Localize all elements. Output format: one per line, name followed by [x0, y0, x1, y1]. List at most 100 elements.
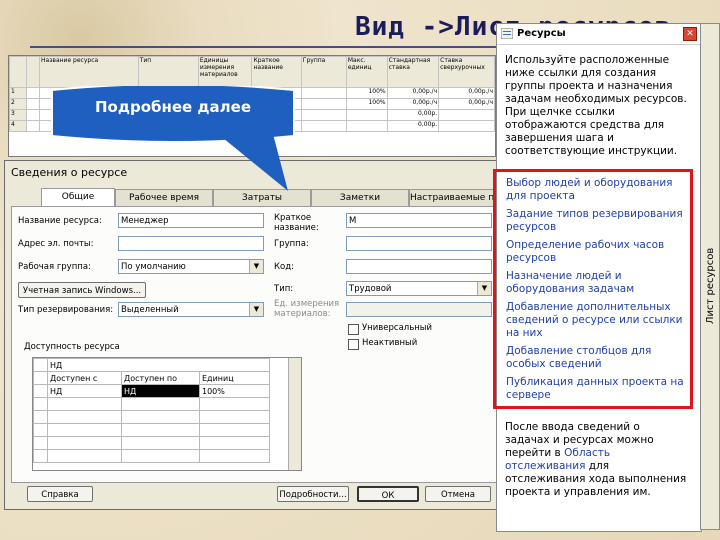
booking-type-label: Тип резервирования:: [18, 305, 114, 315]
std-rate-cell[interactable]: 0,00р./ч: [386, 87, 440, 99]
inactive-label: Неактивный: [362, 338, 418, 348]
row-number[interactable]: 2: [9, 98, 28, 110]
pane-header: Ресурсы ✕: [497, 24, 701, 45]
generic-checkbox[interactable]: [348, 324, 359, 335]
initials-label: Краткое название:: [274, 213, 319, 233]
callout-bubble: Подробнее далее: [48, 86, 298, 191]
link-working-hours[interactable]: Определение рабочих часов ресурсов: [506, 239, 688, 265]
link-select-people[interactable]: Выбор людей и оборудования для проекта: [506, 177, 688, 203]
group-input[interactable]: [346, 236, 492, 251]
material-label: Ед. измерения материалов:: [274, 299, 340, 319]
chevron-down-icon[interactable]: ▼: [249, 303, 263, 316]
row-number[interactable]: 1: [9, 87, 28, 99]
availability-grid: НД Доступен с Доступен по Единиц НД НД 1…: [33, 358, 270, 463]
title-rule: [30, 46, 500, 48]
sheet-header-cell: [9, 56, 28, 88]
table-row[interactable]: [33, 410, 270, 424]
sheet-header-cell[interactable]: Краткое название: [251, 56, 302, 88]
availability-header: Единиц: [199, 371, 270, 385]
resource-type-select[interactable]: Трудовой ▼: [346, 281, 492, 296]
material-units-input[interactable]: [346, 302, 492, 317]
tab-custom-fields[interactable]: Настраиваемые поля: [409, 189, 497, 206]
sheet-header-row: Название ресурса Тип Единицы измерения м…: [9, 56, 495, 88]
code-input[interactable]: [346, 259, 492, 274]
max-units-cell[interactable]: 100%: [345, 87, 388, 99]
workgroup-label: Рабочая группа:: [18, 262, 91, 272]
close-icon[interactable]: ✕: [683, 27, 697, 41]
availability-table[interactable]: НД Доступен с Доступен по Единиц НД НД 1…: [32, 357, 302, 471]
max-units-cell[interactable]: 100%: [345, 98, 388, 110]
link-assign-people[interactable]: Назначение людей и оборудования задачам: [506, 270, 688, 296]
resource-type-value: Трудовой: [349, 284, 392, 294]
max-units-cell[interactable]: [345, 120, 388, 132]
ovt-rate-cell[interactable]: [438, 120, 495, 132]
generic-label: Универсальный: [362, 323, 433, 333]
inactive-checkbox[interactable]: [348, 339, 359, 350]
table-row[interactable]: НД НД 100%: [33, 384, 270, 398]
initials-input[interactable]: М: [346, 213, 492, 228]
tab-notes[interactable]: Заметки: [311, 189, 409, 206]
sheet-header-cell[interactable]: Группа: [300, 56, 347, 88]
row-number[interactable]: 4: [9, 120, 28, 132]
workgroup-value: По умолчанию: [121, 262, 186, 272]
available-to-cell[interactable]: НД: [121, 384, 200, 398]
sheet-header-cell[interactable]: Макс. единиц: [345, 56, 388, 88]
table-row[interactable]: [33, 449, 270, 463]
link-publish[interactable]: Публикация данных проекта на сервере: [506, 376, 688, 402]
chevron-down-icon[interactable]: ▼: [477, 282, 491, 295]
link-add-columns[interactable]: Добавление столбцов для особых сведений: [506, 345, 688, 371]
help-button[interactable]: Справка: [27, 486, 93, 502]
pane-title: Ресурсы: [517, 28, 566, 39]
table-row[interactable]: [33, 397, 270, 411]
table-row: НД: [33, 358, 270, 372]
link-booking-types[interactable]: Задание типов резервирования ресурсов: [506, 208, 688, 234]
std-rate-cell[interactable]: 0,00р.: [386, 109, 440, 121]
table-row: Доступен с Доступен по Единиц: [33, 371, 270, 385]
table-row[interactable]: [33, 423, 270, 437]
general-panel: Название ресурса: Менеджер Адрес эл. поч…: [11, 206, 497, 483]
available-from-cell[interactable]: НД: [47, 384, 122, 398]
resource-name-input[interactable]: Менеджер: [118, 213, 264, 228]
availability-header: Доступен по: [121, 371, 200, 385]
std-rate-cell[interactable]: 0,00р./ч: [386, 98, 440, 110]
std-rate-cell[interactable]: 0,00р.: [386, 120, 440, 132]
ovt-rate-cell[interactable]: [438, 109, 495, 121]
sheet-header-cell[interactable]: Единицы измерения материалов: [197, 56, 253, 88]
resources-task-pane: Ресурсы ✕ Используйте расположенные ниже…: [493, 23, 702, 532]
row-number[interactable]: 3: [9, 109, 28, 121]
sheet-header-cell[interactable]: Тип: [137, 56, 199, 88]
highlight-box: Выбор людей и оборудования для проекта З…: [493, 169, 693, 409]
cancel-button[interactable]: Отмена: [425, 486, 491, 502]
sheet-header-cell[interactable]: Ставка сверхурочных: [438, 56, 495, 88]
resources-icon: [501, 28, 513, 39]
ok-button[interactable]: ОК: [357, 486, 419, 502]
code-label: Код:: [274, 262, 294, 272]
availability-scrollbar[interactable]: [288, 358, 301, 470]
email-input[interactable]: [118, 236, 264, 251]
pane-footer: После ввода сведений о задачах и ресурса…: [505, 421, 687, 499]
booking-type-select[interactable]: Выделенный ▼: [118, 302, 264, 317]
sheet-header-cell[interactable]: Стандартная ставка: [386, 56, 440, 88]
callout-text: Подробнее далее: [95, 98, 251, 116]
workgroup-select[interactable]: По умолчанию ▼: [118, 259, 264, 274]
ovt-rate-cell[interactable]: 0,00р./ч: [438, 87, 495, 99]
resource-info-dialog: Сведения о ресурсе Общие Рабочее время З…: [4, 160, 498, 510]
link-additional-info[interactable]: Добавление дополнительных сведений о рес…: [506, 301, 688, 340]
booking-type-value: Выделенный: [121, 305, 179, 315]
details-button[interactable]: Подробности...: [277, 486, 349, 502]
windows-account-button[interactable]: Учетная запись Windows...: [18, 282, 146, 298]
pane-side-tab[interactable]: Лист ресурсов: [700, 23, 720, 530]
chevron-down-icon[interactable]: ▼: [249, 260, 263, 273]
table-row[interactable]: [33, 436, 270, 450]
availability-label: Доступность ресурса: [24, 342, 120, 352]
email-label: Адрес эл. почты:: [18, 239, 94, 249]
availability-header: Доступен с: [47, 371, 122, 385]
max-units-cell[interactable]: [345, 109, 388, 121]
ovt-rate-cell[interactable]: 0,00р./ч: [438, 98, 495, 110]
pane-intro: Используйте расположенные ниже ссылки дл…: [505, 54, 687, 157]
availability-top-cell[interactable]: НД: [47, 358, 270, 372]
group-label: Группа:: [274, 239, 309, 249]
name-label: Название ресурса:: [18, 216, 102, 226]
sheet-header-cell[interactable]: Название ресурса: [39, 56, 139, 88]
units-cell[interactable]: 100%: [199, 384, 270, 398]
